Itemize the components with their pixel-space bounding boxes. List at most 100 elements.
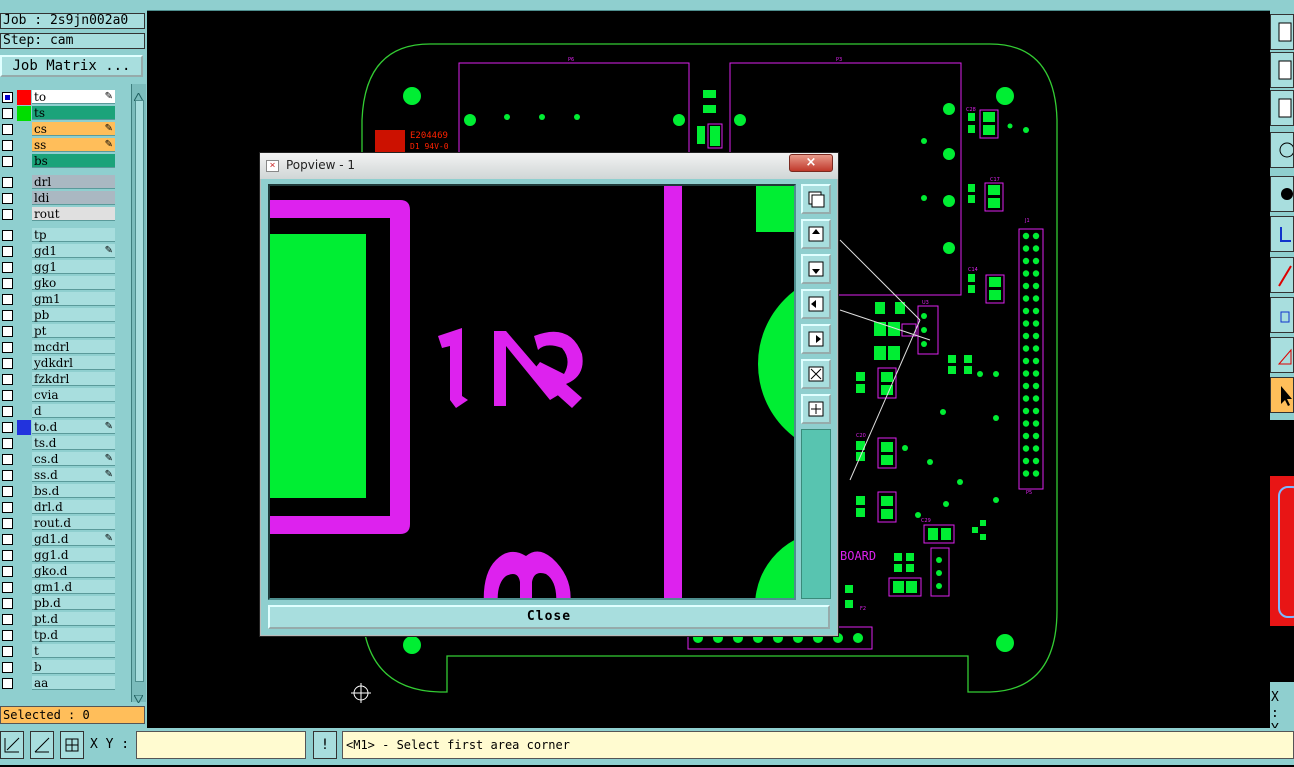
layer-checkbox[interactable] bbox=[2, 246, 13, 257]
layer-color-swatch[interactable] bbox=[17, 340, 31, 355]
layer-checkbox[interactable] bbox=[2, 310, 13, 321]
layer-color-swatch[interactable] bbox=[17, 228, 31, 243]
layer-color-swatch[interactable] bbox=[17, 90, 31, 105]
layer-row[interactable]: gm1 bbox=[0, 292, 116, 307]
layer-name[interactable]: gd1 ✎ bbox=[32, 244, 115, 258]
layer-color-swatch[interactable] bbox=[17, 324, 31, 339]
layer-row[interactable]: tp bbox=[0, 228, 116, 243]
layer-color-swatch[interactable] bbox=[17, 612, 31, 627]
scroll-down-icon[interactable] bbox=[133, 688, 144, 705]
layer-row[interactable]: to ✎ bbox=[0, 90, 116, 105]
layer-color-swatch[interactable] bbox=[17, 106, 31, 121]
layer-name[interactable]: pb.d bbox=[32, 596, 115, 610]
layer-checkbox[interactable] bbox=[2, 278, 13, 289]
layer-name[interactable]: gd1.d ✎ bbox=[32, 532, 115, 546]
layer-checkbox[interactable] bbox=[2, 209, 13, 220]
layer-color-swatch[interactable] bbox=[17, 420, 31, 435]
tool-copy-icon[interactable] bbox=[1270, 14, 1294, 50]
layer-color-swatch[interactable] bbox=[17, 122, 31, 137]
layer-name[interactable]: gm1 bbox=[32, 292, 115, 306]
layer-color-swatch[interactable] bbox=[17, 452, 31, 467]
layer-checkbox[interactable] bbox=[2, 177, 13, 188]
layer-color-swatch[interactable] bbox=[17, 516, 31, 531]
layer-row[interactable]: rout.d bbox=[0, 516, 116, 531]
layer-name[interactable]: b bbox=[32, 660, 115, 674]
layer-name[interactable]: aa bbox=[32, 676, 115, 690]
layer-name[interactable]: ts.d bbox=[32, 436, 115, 450]
layer-row[interactable]: gd1.d ✎ bbox=[0, 532, 116, 547]
popview-close-button[interactable]: Close bbox=[268, 605, 830, 629]
layer-name[interactable]: pt bbox=[32, 324, 115, 338]
layer-color-swatch[interactable] bbox=[17, 372, 31, 387]
pan-up-icon[interactable] bbox=[801, 219, 831, 249]
layer-row[interactable]: gd1 ✎ bbox=[0, 244, 116, 259]
layer-checkbox[interactable] bbox=[2, 678, 13, 689]
layer-checkbox[interactable] bbox=[2, 294, 13, 305]
layer-color-swatch[interactable] bbox=[17, 191, 31, 206]
layer-color-swatch[interactable] bbox=[17, 276, 31, 291]
layer-checkbox[interactable] bbox=[2, 534, 13, 545]
layer-name[interactable]: cs.d ✎ bbox=[32, 452, 115, 466]
layer-color-swatch[interactable] bbox=[17, 532, 31, 547]
layer-name[interactable]: to ✎ bbox=[32, 90, 115, 104]
pan-down-icon[interactable] bbox=[801, 254, 831, 284]
layer-name[interactable]: tp bbox=[32, 228, 115, 242]
layer-row[interactable]: bs.d bbox=[0, 484, 116, 499]
layer-checkbox[interactable] bbox=[2, 108, 13, 119]
layer-color-swatch[interactable] bbox=[17, 292, 31, 307]
layer-checkbox[interactable] bbox=[2, 156, 13, 167]
layer-name[interactable]: ts bbox=[32, 106, 115, 120]
zoom-fit-icon[interactable] bbox=[801, 359, 831, 389]
layer-color-swatch[interactable] bbox=[17, 175, 31, 190]
layer-checkbox[interactable] bbox=[2, 438, 13, 449]
layer-name[interactable]: pb bbox=[32, 308, 115, 322]
scroll-up-icon[interactable] bbox=[133, 86, 144, 102]
layer-name[interactable]: pt.d bbox=[32, 612, 115, 626]
layer-checkbox[interactable] bbox=[2, 598, 13, 609]
tool-resize-icon[interactable] bbox=[1270, 90, 1294, 126]
layer-name[interactable]: t bbox=[32, 644, 115, 658]
layer-name[interactable]: tp.d bbox=[32, 628, 115, 642]
layer-color-swatch[interactable] bbox=[17, 404, 31, 419]
layer-row[interactable]: rout bbox=[0, 207, 116, 222]
layer-checkbox[interactable] bbox=[2, 486, 13, 497]
layer-row[interactable]: drl.d bbox=[0, 500, 116, 515]
layer-name[interactable]: rout bbox=[32, 207, 115, 221]
layer-checkbox[interactable] bbox=[2, 470, 13, 481]
layer-name[interactable]: gg1.d bbox=[32, 548, 115, 562]
angle-icon[interactable] bbox=[30, 731, 54, 759]
layer-name[interactable]: ydkdrl bbox=[32, 356, 115, 370]
grid-icon[interactable] bbox=[60, 731, 84, 759]
layer-color-swatch[interactable] bbox=[17, 596, 31, 611]
layer-checkbox[interactable] bbox=[2, 550, 13, 561]
layer-row[interactable]: pt.d bbox=[0, 612, 116, 627]
layer-color-swatch[interactable] bbox=[17, 260, 31, 275]
layer-color-swatch[interactable] bbox=[17, 644, 31, 659]
layer-color-swatch[interactable] bbox=[17, 660, 31, 675]
job-matrix-button[interactable]: Job Matrix ... bbox=[0, 55, 143, 77]
layer-name[interactable]: bs.d bbox=[32, 484, 115, 498]
xy-input[interactable] bbox=[136, 731, 306, 759]
layer-row[interactable]: bs bbox=[0, 154, 116, 169]
layer-row[interactable]: pb.d bbox=[0, 596, 116, 611]
tool-pointer-icon[interactable] bbox=[1270, 377, 1294, 413]
layer-row[interactable]: ldi bbox=[0, 191, 116, 206]
layer-checkbox[interactable] bbox=[2, 358, 13, 369]
layer-row[interactable]: gm1.d bbox=[0, 580, 116, 595]
layer-name[interactable]: ss ✎ bbox=[32, 138, 115, 152]
layer-row[interactable]: tp.d bbox=[0, 628, 116, 643]
layer-color-swatch[interactable] bbox=[17, 548, 31, 563]
layer-checkbox[interactable] bbox=[2, 630, 13, 641]
popview-canvas[interactable] bbox=[268, 184, 796, 600]
layer-row[interactable]: b bbox=[0, 660, 116, 675]
layer-row[interactable]: cs.d ✎ bbox=[0, 452, 116, 467]
layer-checkbox[interactable] bbox=[2, 582, 13, 593]
zoom-home-icon[interactable] bbox=[801, 394, 831, 424]
layer-name[interactable]: cvia bbox=[32, 388, 115, 402]
exclaim-button[interactable]: ! bbox=[313, 731, 337, 759]
layer-row[interactable]: fzkdrl bbox=[0, 372, 116, 387]
layer-checkbox[interactable] bbox=[2, 614, 13, 625]
layer-color-swatch[interactable] bbox=[17, 484, 31, 499]
layer-row[interactable]: mcdrl bbox=[0, 340, 116, 355]
layer-checkbox[interactable] bbox=[2, 406, 13, 417]
